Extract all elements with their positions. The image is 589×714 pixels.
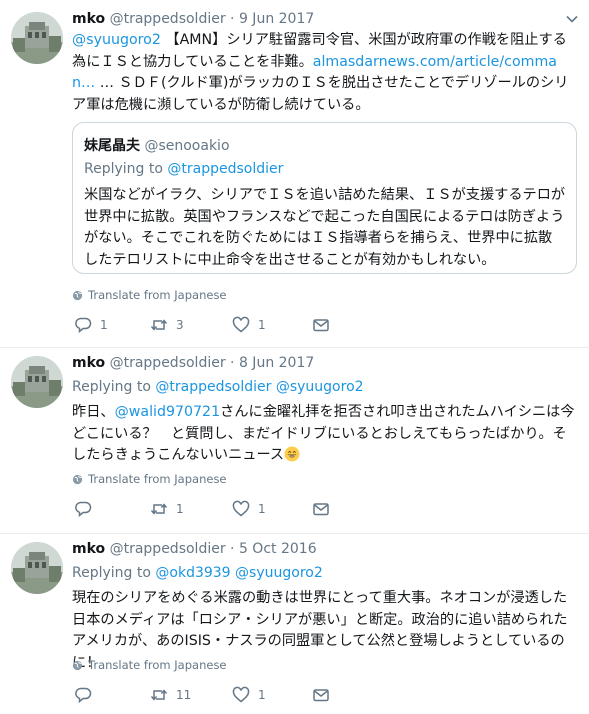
direct-message-button[interactable] — [312, 686, 330, 704]
tweet-header: mko @trappedsoldier · 9 Jun 2017 — [72, 9, 314, 29]
like-button[interactable]: 1 — [232, 316, 266, 334]
translate-label: Translate from Japanese — [88, 472, 227, 486]
retweet-button[interactable]: 1 — [150, 500, 184, 518]
user-handle[interactable]: @trappedsoldier — [110, 355, 226, 371]
display-name[interactable]: mko — [72, 11, 105, 27]
like-count: 1 — [258, 502, 266, 516]
grinning-emoji-icon — [284, 446, 300, 462]
avatar[interactable] — [11, 12, 63, 64]
replying-to-link[interactable]: @trappedsoldier — [155, 379, 271, 395]
display-name[interactable]: mko — [72, 355, 105, 371]
replying-to-link[interactable]: @trappedsoldier — [167, 161, 283, 177]
tweet-text-part: 昨日、 — [72, 404, 115, 420]
like-count: 1 — [258, 318, 266, 332]
globe-icon — [72, 660, 83, 670]
retweet-count: 3 — [176, 318, 184, 332]
translate-link[interactable]: Translate from Japanese — [72, 472, 227, 486]
avatar[interactable] — [11, 356, 63, 408]
globe-icon — [72, 474, 83, 484]
separator-dot: · — [230, 355, 235, 371]
tweet-header: mko @trappedsoldier · 8 Jun 2017 — [72, 353, 314, 373]
retweet-count: 1 — [176, 502, 184, 516]
direct-message-button[interactable] — [312, 316, 330, 334]
translate-label: Translate from Japanese — [88, 288, 227, 302]
separator-dot: · — [230, 541, 235, 557]
translate-link[interactable]: Translate from Japanese — [72, 288, 227, 302]
reply-button[interactable] — [74, 500, 100, 518]
tweet-text: 昨日、@walid970721さんに金曜礼拝を拒否され叩き出されたムハイシニは今… — [72, 402, 580, 467]
mention-link[interactable]: @walid970721 — [115, 404, 221, 420]
replying-to-label: Replying to — [72, 379, 156, 395]
like-button[interactable]: 1 — [232, 686, 266, 704]
display-name[interactable]: mko — [72, 541, 105, 557]
avatar[interactable] — [11, 542, 63, 594]
reply-button[interactable]: 1 — [74, 316, 108, 334]
tweet[interactable]: mko @trappedsoldier · 5 Oct 2016 Replyin… — [0, 534, 589, 714]
quoted-handle: @senooakio — [144, 138, 230, 154]
like-button[interactable]: 1 — [232, 500, 266, 518]
quoted-replying-to: Replying to @trappedsoldier — [84, 161, 283, 177]
heart-icon — [232, 686, 250, 703]
tweet-header: mko @trappedsoldier · 5 Oct 2016 — [72, 539, 317, 559]
envelope-icon — [313, 689, 329, 702]
chevron-down-icon[interactable] — [565, 12, 579, 26]
replying-to-link[interactable]: @syuugoro2 — [276, 379, 364, 395]
tweet-text-part: … ＳＤＦ(クルド軍)がラッカのＩＳを脱出させたことでデリゾールのシリア軍は危機… — [72, 75, 569, 113]
heart-icon — [232, 316, 250, 333]
replying-to-link[interactable]: @syuugoro2 — [235, 565, 323, 581]
tweet[interactable]: mko @trappedsoldier · 8 Jun 2017 Replyin… — [0, 348, 589, 534]
quoted-text: 米国などがイラク、シリアでＩＳを追い詰めた結果、ＩＳが支援するテロが世界中に拡散… — [84, 187, 566, 268]
tweet-date[interactable]: 8 Jun 2017 — [239, 355, 314, 371]
tweet-date[interactable]: 5 Oct 2016 — [239, 541, 317, 557]
mention-link[interactable]: @syuugoro2 — [72, 32, 161, 48]
retweet-count: 11 — [176, 688, 192, 702]
separator-dot: · — [230, 11, 235, 27]
quoted-author: 妹尾晶夫 @senooakio — [84, 135, 230, 155]
reply-icon — [75, 501, 92, 518]
reply-count: 1 — [100, 318, 108, 332]
heart-icon — [232, 500, 250, 517]
reply-icon — [75, 687, 92, 704]
direct-message-button[interactable] — [312, 500, 330, 518]
translate-label: Translate from Japanese — [88, 658, 227, 672]
retweet-icon — [150, 689, 168, 701]
tweet-date[interactable]: 9 Jun 2017 — [239, 11, 314, 27]
globe-icon — [72, 290, 83, 300]
envelope-icon — [313, 319, 329, 332]
retweet-icon — [150, 319, 168, 331]
user-handle[interactable]: @trappedsoldier — [110, 11, 226, 27]
replying-to: Replying to @okd3939 @syuugoro2 — [72, 563, 323, 583]
tweet-text: @syuugoro2 【AMN】シリア駐留露司令官、米国が政府軍の作戦を阻止する… — [72, 30, 580, 116]
replying-to: Replying to @trappedsoldier @syuugoro2 — [72, 377, 364, 397]
retweet-button[interactable]: 11 — [150, 686, 191, 704]
envelope-icon — [313, 503, 329, 516]
quoted-display-name: 妹尾晶夫 — [84, 138, 140, 154]
user-handle[interactable]: @trappedsoldier — [110, 541, 226, 557]
retweet-button[interactable]: 3 — [150, 316, 184, 334]
like-count: 1 — [258, 688, 266, 702]
translate-link[interactable]: Translate from Japanese — [72, 658, 227, 672]
quoted-tweet[interactable]: 妹尾晶夫 @senooakio Replying to @trappedsold… — [72, 122, 577, 274]
tweet[interactable]: mko @trappedsoldier · 9 Jun 2017 @syuugo… — [0, 0, 589, 348]
retweet-icon — [150, 503, 168, 515]
reply-icon — [75, 317, 92, 334]
replying-to-link[interactable]: @okd3939 — [155, 565, 230, 581]
replying-to-label: Replying to — [84, 161, 168, 177]
reply-button[interactable] — [74, 686, 100, 704]
replying-to-label: Replying to — [72, 565, 156, 581]
